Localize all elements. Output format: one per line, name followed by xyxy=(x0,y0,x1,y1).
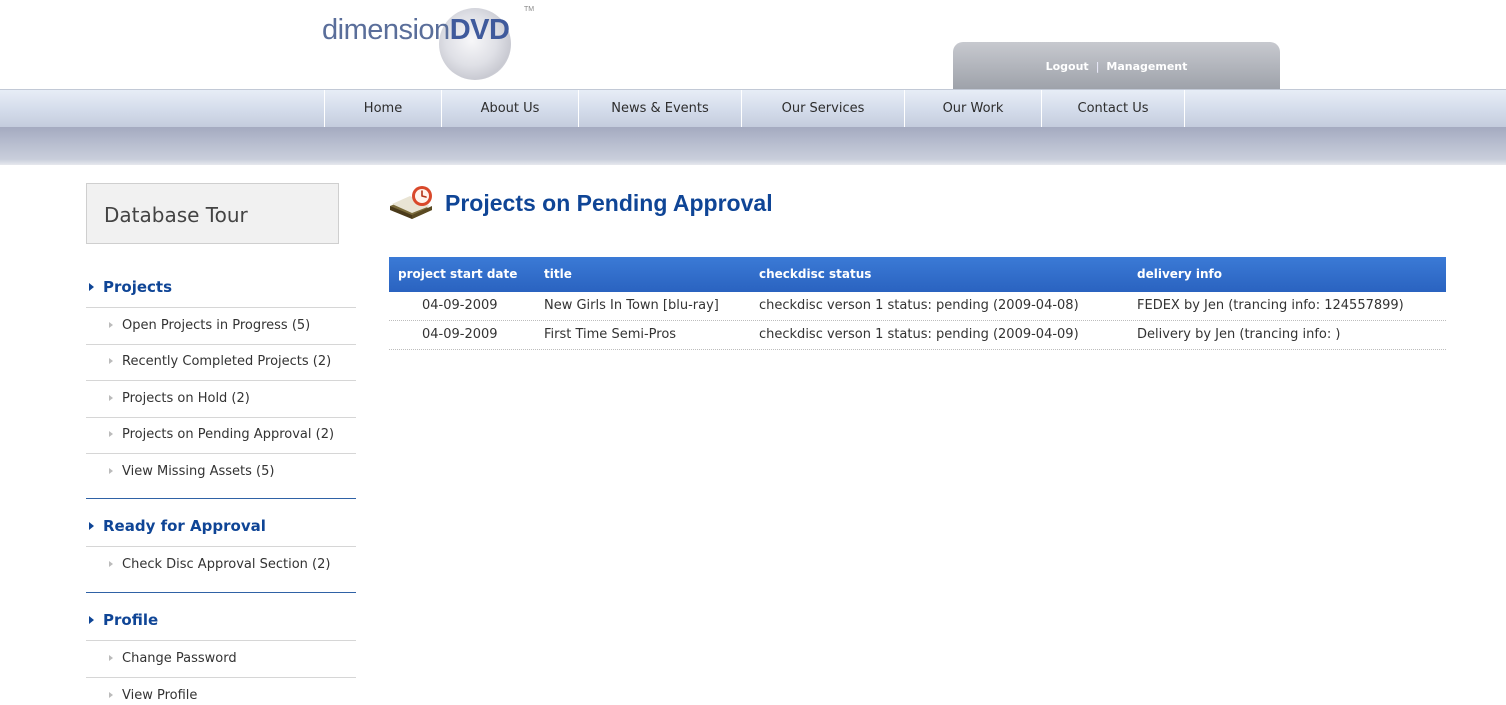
column-header-title: title xyxy=(544,267,572,281)
bullet-arrow-icon xyxy=(109,654,113,661)
account-links: Logout | Management xyxy=(953,60,1280,73)
sidebar-item-label: Recently Completed Projects (2) xyxy=(122,354,332,369)
projects-table: project start date title checkdisc statu… xyxy=(389,257,1446,350)
section-divider xyxy=(86,498,356,499)
cell-delivery-info: FEDEX by Jen (trancing info: 124557899) xyxy=(1137,298,1404,313)
nav-contact-us[interactable]: Contact Us xyxy=(1042,90,1185,128)
divider xyxy=(86,453,356,454)
sidebar-item-on-hold[interactable]: Projects on Hold (2) xyxy=(109,391,250,406)
divider xyxy=(86,677,356,678)
sidebar-item-change-password[interactable]: Change Password xyxy=(109,651,237,666)
table-header: project start date title checkdisc statu… xyxy=(389,257,1446,292)
account-separator: | xyxy=(1095,60,1100,73)
sidebar-item-label: Change Password xyxy=(122,651,237,666)
section-projects[interactable]: Projects xyxy=(89,278,172,296)
column-header-delivery-info: delivery info xyxy=(1137,267,1222,281)
table-row[interactable]: 04-09-2009 New Girls In Town [blu-ray] c… xyxy=(389,292,1446,321)
section-title: Profile xyxy=(103,611,159,629)
cell-checkdisc-status: checkdisc verson 1 status: pending (2009… xyxy=(759,298,1079,313)
divider xyxy=(86,546,356,547)
nav-news-events[interactable]: News & Events xyxy=(579,90,742,128)
nav-items: Home About Us News & Events Our Services… xyxy=(324,90,1185,128)
page-title: Projects on Pending Approval xyxy=(445,190,773,216)
sidebar-item-open-projects[interactable]: Open Projects in Progress (5) xyxy=(109,318,310,333)
clock-book-icon xyxy=(390,186,432,219)
sidebar-item-label: Projects on Hold (2) xyxy=(122,391,250,406)
main-nav: Home About Us News & Events Our Services… xyxy=(0,89,1506,128)
nav-about-us[interactable]: About Us xyxy=(442,90,579,128)
table-row[interactable]: 04-09-2009 First Time Semi-Pros checkdis… xyxy=(389,321,1446,350)
bullet-arrow-icon xyxy=(109,394,113,401)
sidebar-item-label: Open Projects in Progress (5) xyxy=(122,318,311,333)
column-header-checkdisc-status: checkdisc status xyxy=(759,267,872,281)
bullet-arrow-icon xyxy=(109,691,113,698)
section-profile[interactable]: Profile xyxy=(89,611,158,629)
sidebar-item-check-disc-approval[interactable]: Check Disc Approval Section (2) xyxy=(109,557,330,572)
bullet-arrow-icon xyxy=(109,467,113,474)
header-band xyxy=(0,127,1506,165)
section-title: Ready for Approval xyxy=(103,517,266,535)
cell-delivery-info: Delivery by Jen (trancing info: ) xyxy=(1137,327,1341,342)
site-logo[interactable]: dimensionDVD TM xyxy=(322,6,542,80)
sidebar-item-label: View Missing Assets (5) xyxy=(122,464,275,479)
sidebar-item-view-profile[interactable]: View Profile xyxy=(109,688,197,703)
sidebar-item-missing-assets[interactable]: View Missing Assets (5) xyxy=(109,464,274,479)
logo-trademark: TM xyxy=(524,6,535,13)
cell-start-date: 04-09-2009 xyxy=(422,327,498,342)
cell-title: New Girls In Town [blu-ray] xyxy=(544,298,719,313)
database-tour-title: Database Tour xyxy=(104,203,248,227)
column-header-start-date: project start date xyxy=(398,267,518,281)
bullet-arrow-icon xyxy=(109,430,113,437)
divider xyxy=(86,344,356,345)
triangle-right-icon xyxy=(89,282,94,291)
management-link[interactable]: Management xyxy=(1106,60,1187,73)
logo-word: dimension xyxy=(322,14,450,46)
sidebar-item-pending-approval[interactable]: Projects on Pending Approval (2) xyxy=(109,427,334,442)
cell-checkdisc-status: checkdisc verson 1 status: pending (2009… xyxy=(759,327,1079,342)
sidebar-item-label: Check Disc Approval Section (2) xyxy=(122,557,331,572)
cell-start-date: 04-09-2009 xyxy=(422,298,498,313)
triangle-right-icon xyxy=(89,615,94,624)
triangle-right-icon xyxy=(89,521,94,530)
section-divider xyxy=(86,592,356,593)
logout-link[interactable]: Logout xyxy=(1046,60,1089,73)
nav-home[interactable]: Home xyxy=(325,90,442,128)
bullet-arrow-icon xyxy=(109,560,113,567)
account-tab: Logout | Management xyxy=(953,42,1280,89)
bullet-arrow-icon xyxy=(109,357,113,364)
nav-our-services[interactable]: Our Services xyxy=(742,90,905,128)
divider xyxy=(86,380,356,381)
logo-brand: DVD xyxy=(449,14,510,46)
section-title: Projects xyxy=(103,278,173,296)
sidebar-item-label: Projects on Pending Approval (2) xyxy=(122,427,335,442)
cell-title: First Time Semi-Pros xyxy=(544,327,677,342)
database-tour-box: Database Tour xyxy=(86,183,339,244)
divider xyxy=(86,640,356,641)
section-ready-for-approval[interactable]: Ready for Approval xyxy=(89,517,266,535)
nav-our-work[interactable]: Our Work xyxy=(905,90,1042,128)
sidebar-item-label: View Profile xyxy=(122,688,198,703)
bullet-arrow-icon xyxy=(109,321,113,328)
divider xyxy=(86,307,356,308)
divider xyxy=(86,417,356,418)
sidebar-item-recently-completed[interactable]: Recently Completed Projects (2) xyxy=(109,354,331,369)
logo-text: dimensionDVD xyxy=(322,14,510,47)
